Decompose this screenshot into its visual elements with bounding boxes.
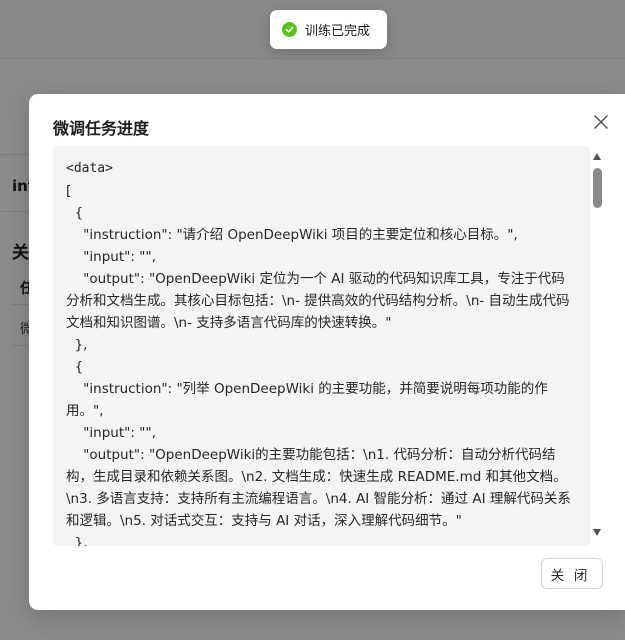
- log-content-area[interactable]: <data> [ { "instruction": "请介绍 OpenDeepWi…: [53, 146, 590, 546]
- close-icon[interactable]: [591, 112, 611, 132]
- log-content: <data> [ { "instruction": "请介绍 OpenDeepWi…: [66, 158, 578, 546]
- log-line: "input": "",: [66, 425, 156, 441]
- log-line: <data>: [66, 161, 113, 176]
- log-line: },: [66, 337, 88, 353]
- log-line: "instruction": "列举 OpenDeepWiki 的主要功能，并简…: [66, 381, 548, 419]
- scroll-down-arrow-icon[interactable]: [593, 529, 601, 536]
- log-line: [: [66, 183, 72, 199]
- log-line: },: [66, 535, 88, 546]
- success-toast: 训练已完成: [270, 10, 387, 49]
- scrollbar-thumb[interactable]: [593, 168, 602, 208]
- log-line: {: [66, 205, 84, 221]
- modal-title: 微调任务进度: [53, 119, 150, 138]
- scrollbar[interactable]: [590, 146, 604, 546]
- scroll-up-arrow-icon[interactable]: [593, 153, 601, 160]
- log-line: "output": "OpenDeepWiki的主要功能包括：\n1. 代码分析…: [66, 447, 571, 529]
- close-button[interactable]: 关 闭: [541, 558, 603, 589]
- toast-message: 训练已完成: [305, 24, 371, 39]
- finetune-progress-modal: 微调任务进度 <data> [ { "instruction": "请介绍 Ope…: [29, 94, 625, 610]
- log-line: "instruction": "请介绍 OpenDeepWiki 项目的主要定位…: [66, 227, 518, 243]
- log-line: {: [66, 359, 84, 375]
- log-line: "output": "OpenDeepWiki 定位为一个 AI 驱动的代码知识…: [66, 271, 570, 331]
- check-circle-icon: [282, 22, 297, 37]
- log-line: "input": "",: [66, 249, 156, 265]
